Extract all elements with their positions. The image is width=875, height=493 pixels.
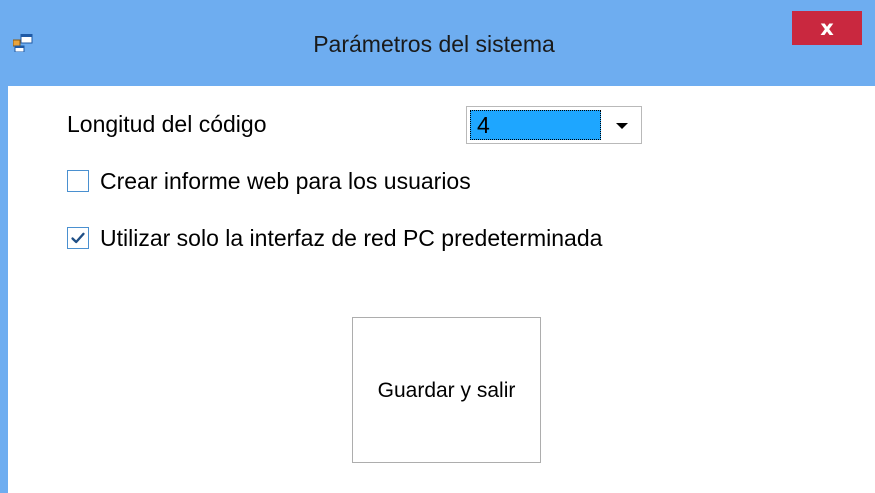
default-network-checkbox[interactable] bbox=[67, 227, 89, 249]
save-and-exit-button[interactable]: Guardar y salir bbox=[352, 317, 541, 463]
code-length-label: Longitud del código bbox=[67, 111, 267, 137]
dialog-window: Parámetros del sistema x Longitud del có… bbox=[0, 0, 875, 493]
checkmark-icon bbox=[71, 232, 85, 244]
dialog-content: Longitud del código 4 Crear informe web … bbox=[8, 86, 875, 493]
web-report-label: Crear informe web para los usuarios bbox=[100, 168, 471, 194]
chevron-down-icon[interactable] bbox=[616, 123, 628, 129]
web-report-checkbox[interactable] bbox=[67, 170, 89, 192]
close-icon: x bbox=[820, 16, 834, 40]
code-length-value: 4 bbox=[470, 110, 601, 140]
close-button[interactable]: x bbox=[792, 11, 862, 45]
title-bar[interactable]: Parámetros del sistema x bbox=[0, 0, 875, 86]
code-length-select[interactable]: 4 bbox=[466, 106, 642, 144]
window-title: Parámetros del sistema bbox=[313, 31, 555, 57]
default-network-label: Utilizar solo la interfaz de red PC pred… bbox=[100, 225, 603, 251]
